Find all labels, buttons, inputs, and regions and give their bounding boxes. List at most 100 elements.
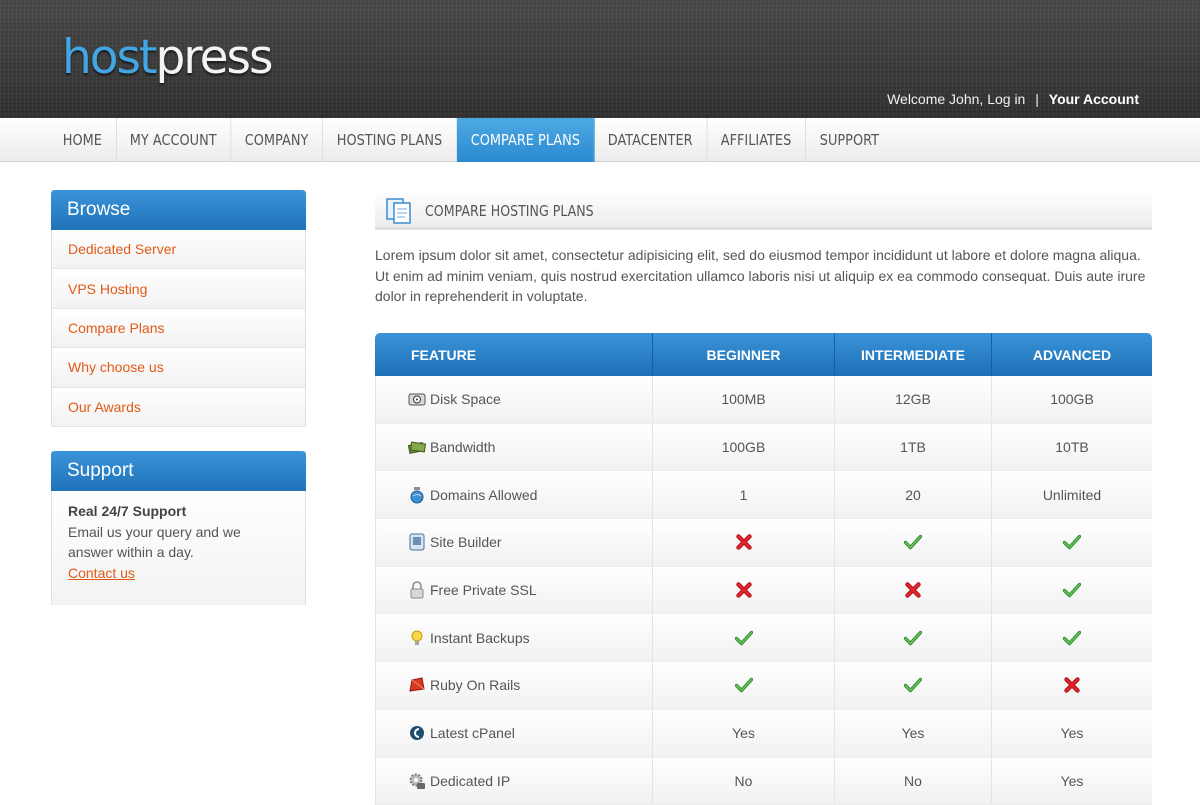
feature-cell: Disk Space bbox=[375, 376, 653, 423]
feature-label: Dedicated IP bbox=[430, 773, 510, 789]
ruby-icon bbox=[408, 676, 426, 694]
welcome-bar: Welcome John, Log in | Your Account bbox=[887, 91, 1139, 107]
table-row: Bandwidth 100GB1TB10TB bbox=[375, 424, 1152, 472]
nav-item-compare-plans[interactable]: COMPARE PLANS bbox=[457, 118, 595, 162]
nav-item-home[interactable]: HOME bbox=[49, 118, 117, 162]
value-cell: 1TB bbox=[835, 424, 992, 471]
globe-icon bbox=[408, 486, 426, 504]
table-row: Free Private SSL bbox=[375, 567, 1152, 615]
feature-label: Domains Allowed bbox=[430, 487, 537, 503]
support-body: Real 24/7 Support Email us your query an… bbox=[52, 491, 305, 605]
value-cell: No bbox=[835, 758, 992, 805]
value-cell: Unlimited bbox=[992, 471, 1152, 518]
browse-box: Browse Dedicated ServerVPS HostingCompar… bbox=[51, 190, 306, 427]
value-cell: 100MB bbox=[653, 376, 835, 423]
cross-icon bbox=[653, 519, 835, 566]
contact-us-link[interactable]: Contact us bbox=[68, 565, 135, 581]
value-cell: Yes bbox=[653, 710, 835, 757]
check-icon bbox=[835, 614, 992, 661]
feature-cell: Dedicated IP bbox=[375, 758, 653, 805]
logo[interactable]: hostpress bbox=[62, 30, 271, 86]
nav-item-my-account[interactable]: MY ACCOUNT bbox=[116, 118, 231, 162]
section-header: COMPARE HOSTING PLANS bbox=[375, 191, 1152, 230]
check-icon bbox=[835, 662, 992, 709]
cross-icon bbox=[653, 567, 835, 614]
nav-item-company[interactable]: COMPANY bbox=[231, 118, 323, 162]
lock-icon bbox=[408, 581, 426, 599]
support-heading: Real 24/7 Support bbox=[68, 501, 289, 522]
feature-cell: Site Builder bbox=[375, 519, 653, 566]
header-beginner: BEGINNER bbox=[653, 333, 835, 376]
gear-ip-icon bbox=[408, 772, 426, 790]
support-text: Email us your query and we answer within… bbox=[68, 522, 289, 563]
feature-label: Disk Space bbox=[430, 391, 501, 407]
value-cell: 1 bbox=[653, 471, 835, 518]
check-icon bbox=[992, 519, 1152, 566]
feature-cell: Instant Backups bbox=[375, 614, 653, 661]
feature-label: Instant Backups bbox=[430, 630, 530, 646]
table-row: Domains Allowed 120Unlimited bbox=[375, 471, 1152, 519]
value-cell: Yes bbox=[992, 710, 1152, 757]
value-cell: 12GB bbox=[835, 376, 992, 423]
value-cell: 100GB bbox=[992, 376, 1152, 423]
compare-table: FEATURE BEGINNER INTERMEDIATE ADVANCED D… bbox=[375, 333, 1152, 805]
value-cell: 10TB bbox=[992, 424, 1152, 471]
table-row: Disk Space 100MB12GB100GB bbox=[375, 376, 1152, 424]
hard-disk-icon bbox=[408, 390, 426, 408]
cpanel-icon bbox=[408, 724, 426, 742]
welcome-separator: | bbox=[1035, 91, 1039, 107]
documents-icon bbox=[385, 197, 415, 230]
cross-icon bbox=[835, 567, 992, 614]
feature-cell: Ruby On Rails bbox=[375, 662, 653, 709]
site-builder-icon bbox=[408, 533, 426, 551]
browse-item-why-choose-us[interactable]: Why choose us bbox=[52, 348, 305, 387]
your-account-link[interactable]: Your Account bbox=[1049, 91, 1139, 107]
check-icon bbox=[653, 662, 835, 709]
feature-label: Bandwidth bbox=[430, 439, 495, 455]
table-body: Disk Space 100MB12GB100GB Bandwidth 100GB1T… bbox=[375, 376, 1152, 805]
feature-label: Ruby On Rails bbox=[430, 677, 520, 693]
cross-icon bbox=[992, 662, 1152, 709]
check-icon bbox=[653, 614, 835, 661]
value-cell: 100GB bbox=[653, 424, 835, 471]
nav-item-datacenter[interactable]: DATACENTER bbox=[594, 118, 707, 162]
support-title: Support bbox=[51, 451, 306, 491]
table-row: Site Builder bbox=[375, 519, 1152, 567]
feature-cell: Domains Allowed bbox=[375, 471, 653, 518]
nav-item-affiliates[interactable]: AFFILIATES bbox=[707, 118, 806, 162]
browse-item-dedicated-server[interactable]: Dedicated Server bbox=[52, 230, 305, 269]
check-icon bbox=[835, 519, 992, 566]
lightbulb-icon bbox=[408, 629, 426, 647]
table-row: Dedicated IPNoNoYes bbox=[375, 758, 1152, 805]
support-box: Support Real 24/7 Support Email us your … bbox=[51, 451, 306, 605]
header-feature: FEATURE bbox=[375, 333, 653, 376]
nav-item-hosting-plans[interactable]: HOSTING PLANS bbox=[323, 118, 457, 162]
intro-text: Lorem ipsum dolor sit amet, consectetur … bbox=[375, 245, 1152, 307]
feature-label: Latest cPanel bbox=[430, 725, 515, 741]
table-row: Latest cPanelYesYesYes bbox=[375, 710, 1152, 758]
value-cell: Yes bbox=[992, 758, 1152, 805]
logo-part-press: press bbox=[155, 30, 271, 85]
nav-item-support[interactable]: SUPPORT bbox=[806, 118, 893, 162]
table-row: Ruby On Rails bbox=[375, 662, 1152, 710]
feature-cell: Bandwidth bbox=[375, 424, 653, 471]
money-icon bbox=[408, 438, 426, 456]
table-row: Instant Backups bbox=[375, 614, 1152, 662]
table-header: FEATURE BEGINNER INTERMEDIATE ADVANCED bbox=[375, 333, 1152, 376]
value-cell: 20 bbox=[835, 471, 992, 518]
check-icon bbox=[992, 614, 1152, 661]
header-advanced: ADVANCED bbox=[992, 333, 1152, 376]
logo-part-host: host bbox=[62, 30, 155, 85]
browse-item-compare-plans[interactable]: Compare Plans bbox=[52, 309, 305, 348]
browse-item-our-awards[interactable]: Our Awards bbox=[52, 388, 305, 427]
page-title: COMPARE HOSTING PLANS bbox=[425, 202, 594, 220]
feature-label: Site Builder bbox=[430, 534, 502, 550]
browse-item-vps-hosting[interactable]: VPS Hosting bbox=[52, 269, 305, 308]
feature-cell: Free Private SSL bbox=[375, 567, 653, 614]
welcome-login-link[interactable]: Welcome John, Log in bbox=[887, 91, 1025, 107]
value-cell: No bbox=[653, 758, 835, 805]
value-cell: Yes bbox=[835, 710, 992, 757]
check-icon bbox=[992, 567, 1152, 614]
site-header: hostpress Welcome John, Log in | Your Ac… bbox=[0, 0, 1200, 118]
main-nav: HOMEMY ACCOUNTCOMPANYHOSTING PLANSCOMPAR… bbox=[0, 118, 1200, 162]
